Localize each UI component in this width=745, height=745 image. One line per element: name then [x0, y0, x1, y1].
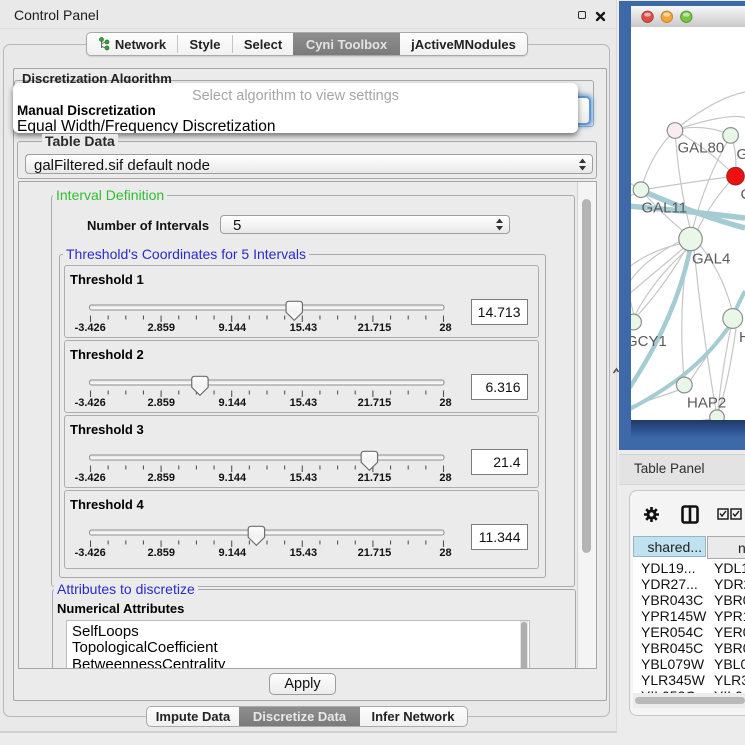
svg-text:GA: GA [737, 146, 745, 163]
svg-text:H: H [739, 329, 745, 346]
svg-text:2.859: 2.859 [147, 322, 175, 334]
svg-text:-3.426: -3.426 [75, 397, 106, 409]
svg-text:28: 28 [439, 397, 451, 409]
svg-text:GAL4: GAL4 [692, 251, 730, 268]
svg-text:9.144: 9.144 [219, 397, 247, 409]
svg-text:28: 28 [439, 322, 451, 334]
svg-text:-3.426: -3.426 [75, 547, 106, 559]
svg-text:9.144: 9.144 [219, 547, 247, 559]
svg-text:28: 28 [439, 547, 451, 559]
svg-text:15.43: 15.43 [290, 322, 318, 334]
svg-text:21.715: 21.715 [358, 547, 392, 559]
svg-text:21.715: 21.715 [358, 472, 392, 484]
svg-text:GAL80: GAL80 [678, 140, 725, 157]
svg-text:-3.426: -3.426 [75, 322, 106, 334]
svg-text:GAL11: GAL11 [642, 200, 688, 217]
svg-text:9.144: 9.144 [219, 472, 247, 484]
svg-text:15.43: 15.43 [290, 472, 318, 484]
svg-text:-3.426: -3.426 [75, 472, 106, 484]
svg-text:15.43: 15.43 [290, 547, 318, 559]
svg-text:15.43: 15.43 [290, 397, 318, 409]
svg-text:HAP2: HAP2 [687, 395, 726, 412]
svg-text:21.715: 21.715 [358, 322, 392, 334]
svg-text:2.859: 2.859 [147, 472, 175, 484]
svg-text:21.715: 21.715 [358, 397, 392, 409]
svg-text:GCY1: GCY1 [631, 333, 667, 350]
svg-text:2.859: 2.859 [147, 397, 175, 409]
svg-text:9.144: 9.144 [219, 322, 247, 334]
svg-text:C: C [741, 186, 745, 203]
svg-text:28: 28 [439, 472, 451, 484]
svg-text:2.859: 2.859 [147, 547, 175, 559]
